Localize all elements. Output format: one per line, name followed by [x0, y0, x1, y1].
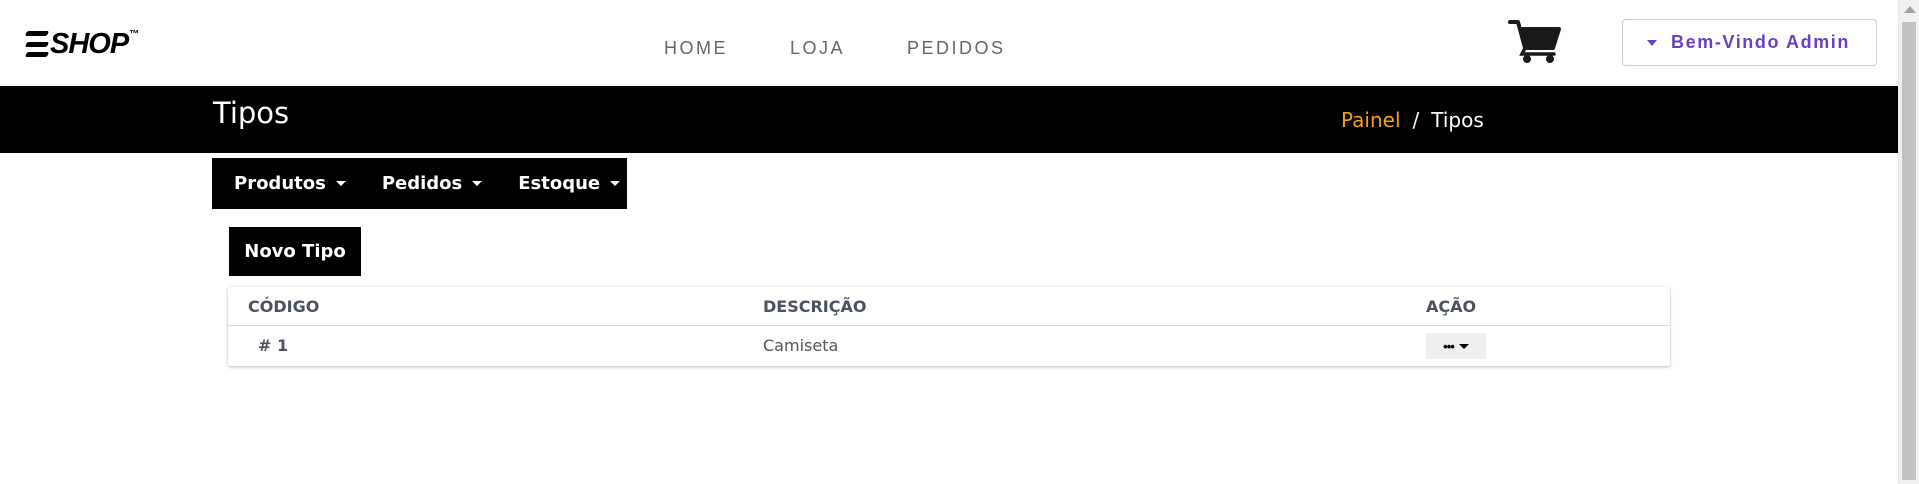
scroll-up-arrow-icon[interactable] — [1904, 6, 1916, 13]
caret-down-icon — [472, 181, 483, 186]
breadcrumb-separator: / — [1412, 108, 1420, 132]
row-code: # 1 — [258, 336, 289, 355]
admin-submenu: Produtos Pedidos Estoque — [212, 158, 627, 209]
caret-down-icon — [1647, 39, 1657, 46]
table-header: CÓDIGO DESCRIÇÃO AÇÃO — [228, 287, 1670, 326]
nav-home[interactable]: HOME — [664, 38, 728, 59]
top-navbar: SHOP ™ HOME LOJA PEDIDOS Bem-Vindo Admin — [0, 0, 1898, 86]
submenu-estoque[interactable]: Estoque — [518, 173, 621, 194]
caret-down-icon — [335, 181, 346, 186]
shopping-cart-icon[interactable] — [1508, 18, 1562, 64]
row-action-dropdown[interactable]: ••• — [1426, 333, 1486, 359]
submenu-pedidos[interactable]: Pedidos — [381, 173, 483, 194]
nav-loja[interactable]: LOJA — [790, 38, 845, 59]
table-row: # 1 Camiseta ••• — [228, 326, 1670, 366]
row-description: Camiseta — [763, 336, 839, 355]
logo-text: SHOP — [50, 27, 129, 60]
page-title: Tipos — [213, 96, 290, 130]
breadcrumb-link-painel[interactable]: Painel — [1341, 108, 1401, 132]
breadcrumb-current: Tipos — [1431, 108, 1484, 132]
submenu-label: Produtos — [234, 173, 326, 194]
new-type-button[interactable]: Novo Tipo — [229, 227, 361, 276]
eshop-logo[interactable]: SHOP ™ — [24, 26, 140, 62]
logo-bars-icon — [24, 31, 50, 57]
vertical-scrollbar[interactable] — [1898, 0, 1919, 484]
submenu-label: Estoque — [518, 173, 601, 194]
logo-trademark: ™ — [129, 28, 140, 40]
user-menu-button[interactable]: Bem-Vindo Admin — [1622, 19, 1877, 66]
scrollbar-thumb[interactable] — [1902, 22, 1916, 480]
caret-down-icon — [610, 181, 621, 186]
column-header-acao: AÇÃO — [1426, 297, 1477, 316]
main-nav: HOME LOJA PEDIDOS — [664, 38, 1006, 59]
submenu-produtos[interactable]: Produtos — [234, 173, 346, 194]
welcome-label: Bem-Vindo Admin — [1671, 32, 1851, 52]
breadcrumb: Painel / Tipos — [1341, 108, 1484, 132]
types-table: CÓDIGO DESCRIÇÃO AÇÃO # 1 Camiseta ••• — [228, 287, 1670, 366]
column-header-descricao[interactable]: DESCRIÇÃO — [763, 297, 866, 316]
column-header-codigo[interactable]: CÓDIGO — [248, 297, 319, 316]
nav-pedidos[interactable]: PEDIDOS — [907, 38, 1006, 59]
caret-down-icon — [1458, 343, 1469, 349]
submenu-label: Pedidos — [381, 173, 463, 194]
page-banner: Tipos Painel / Tipos — [0, 86, 1898, 153]
more-dots-icon: ••• — [1443, 338, 1455, 354]
